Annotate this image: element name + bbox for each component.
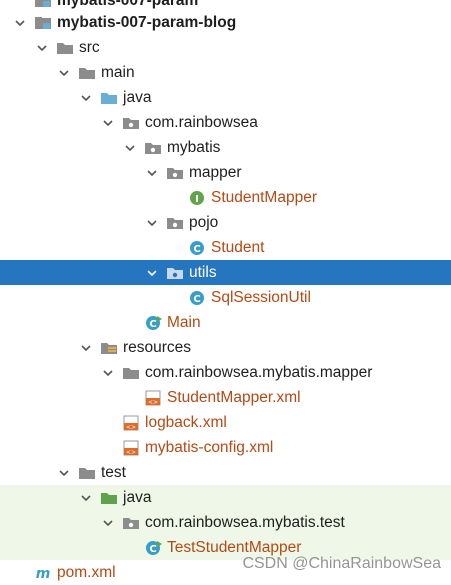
tree-item-file-mybatis-config-xml[interactable]: <> mybatis-config.xml xyxy=(0,435,451,460)
tree-item-file-studentmapper-xml[interactable]: <> StudentMapper.xml xyxy=(0,385,451,410)
package-icon xyxy=(122,515,140,531)
tree-item-file-logback-xml[interactable]: <> logback.xml xyxy=(0,410,451,435)
tree-item-label: Main xyxy=(167,314,201,331)
watermark: CSDN @ChinaRainbowSea xyxy=(242,555,441,572)
tree-item-label: main xyxy=(101,64,135,81)
package-icon xyxy=(166,165,184,181)
chevron-down-icon[interactable] xyxy=(78,90,94,106)
chevron-down-icon[interactable] xyxy=(144,215,160,231)
chevron-down-icon[interactable] xyxy=(78,490,94,506)
chevron-down-icon[interactable] xyxy=(56,465,72,481)
tree-item-label: mapper xyxy=(189,164,242,181)
tree-item-label: StudentMapper.xml xyxy=(167,389,301,406)
tree-item-file-student[interactable]: C Student xyxy=(0,235,451,260)
svg-text:C: C xyxy=(193,244,200,255)
chevron-down-icon[interactable] xyxy=(78,340,94,356)
tree-item-resource-dir-mapper[interactable]: com.rainbowsea.mybatis.mapper xyxy=(0,360,451,385)
tree-item-label: test xyxy=(101,464,126,481)
tree-item-test-java[interactable]: java xyxy=(0,485,451,510)
tree-item-label: mybatis-007-param-blog xyxy=(57,14,237,31)
tree-item-label: java xyxy=(123,489,152,506)
tree-item-label: pojo xyxy=(189,214,219,231)
chevron-down-icon[interactable] xyxy=(122,140,138,156)
package-icon xyxy=(122,115,140,131)
chevron-down-icon[interactable] xyxy=(100,365,116,381)
svg-text:<>: <> xyxy=(126,424,136,431)
folder-icon xyxy=(78,465,96,481)
tree-item-test[interactable]: test xyxy=(0,460,451,485)
package-icon xyxy=(166,265,184,281)
svg-text:C: C xyxy=(149,319,156,330)
folder-icon xyxy=(122,365,140,381)
tree-item-label: mybatis xyxy=(167,139,221,156)
tree-item-file-main[interactable]: C Main xyxy=(0,310,451,335)
package-icon xyxy=(166,215,184,231)
svg-text:C: C xyxy=(193,294,200,305)
xml-file-icon: <> xyxy=(122,415,140,431)
tree-item-package-root[interactable]: com.rainbowsea xyxy=(0,110,451,135)
tree-item-test-package[interactable]: com.rainbowsea.mybatis.test xyxy=(0,510,451,535)
chevron-down-icon[interactable] xyxy=(144,265,160,281)
tree-item-label: StudentMapper xyxy=(211,189,317,206)
folder-icon xyxy=(56,40,74,56)
svg-text:I: I xyxy=(195,194,199,205)
tree-item-label: com.rainbowsea.mybatis.mapper xyxy=(145,364,373,381)
chevron-down-icon[interactable] xyxy=(144,165,160,181)
tree-item-label: utils xyxy=(189,264,217,281)
tree-item-file-studentmapper[interactable]: I StudentMapper xyxy=(0,185,451,210)
chevron-down-icon[interactable] xyxy=(12,15,28,31)
tree-item-label: java xyxy=(123,89,152,106)
chevron-down-icon[interactable] xyxy=(34,40,50,56)
tree-item-java[interactable]: java xyxy=(0,85,451,110)
tree-item-main[interactable]: main xyxy=(0,60,451,85)
svg-text:<>: <> xyxy=(148,399,158,406)
chevron-down-icon[interactable] xyxy=(100,115,116,131)
tree-item-label: SqlSessionUtil xyxy=(211,289,311,306)
tree-item-package-pojo[interactable]: pojo xyxy=(0,210,451,235)
svg-text:<>: <> xyxy=(126,449,136,456)
tree-item-resources[interactable]: resources xyxy=(0,335,451,360)
resources-folder-icon xyxy=(100,340,118,356)
runnable-class-icon: C xyxy=(144,315,162,331)
source-folder-icon xyxy=(100,90,118,106)
class-icon: C xyxy=(188,240,206,256)
svg-text:C: C xyxy=(149,544,156,555)
tree-item-label: mybatis-config.xml xyxy=(145,439,274,456)
tree-item-file-sqlsessionutil[interactable]: C SqlSessionUtil xyxy=(0,285,451,310)
project-tree: mybatis-007-param mybatis-007-param-blog… xyxy=(0,0,451,581)
tree-item-label: com.rainbowsea.mybatis.test xyxy=(145,514,345,531)
tree-item-label: Student xyxy=(211,239,265,256)
chevron-down-icon[interactable] xyxy=(56,65,72,81)
tree-item-package-utils[interactable]: utils xyxy=(0,260,451,285)
test-source-folder-icon xyxy=(100,490,118,506)
runnable-class-icon: C xyxy=(144,540,162,556)
package-icon xyxy=(144,140,162,156)
tree-item-package-mapper[interactable]: mapper xyxy=(0,160,451,185)
maven-icon: m xyxy=(34,565,52,581)
tree-item-label: com.rainbowsea xyxy=(145,114,258,131)
svg-text:m: m xyxy=(36,566,51,581)
tree-item-project[interactable]: mybatis-007-param-blog xyxy=(0,10,451,35)
tree-item-package-mybatis[interactable]: mybatis xyxy=(0,135,451,160)
tree-item-label: pom.xml xyxy=(57,564,116,581)
folder-icon xyxy=(78,65,96,81)
xml-file-icon: <> xyxy=(144,390,162,406)
tree-item-src[interactable]: src xyxy=(0,35,451,60)
tree-item-label: logback.xml xyxy=(145,414,227,431)
interface-icon: I xyxy=(188,190,206,206)
module-folder-icon xyxy=(34,15,52,31)
class-icon: C xyxy=(188,290,206,306)
module-folder-icon xyxy=(34,0,52,9)
tree-item-label: resources xyxy=(123,339,192,356)
tree-item-label: src xyxy=(79,39,100,56)
chevron-down-icon[interactable] xyxy=(100,515,116,531)
xml-file-icon: <> xyxy=(122,440,140,456)
